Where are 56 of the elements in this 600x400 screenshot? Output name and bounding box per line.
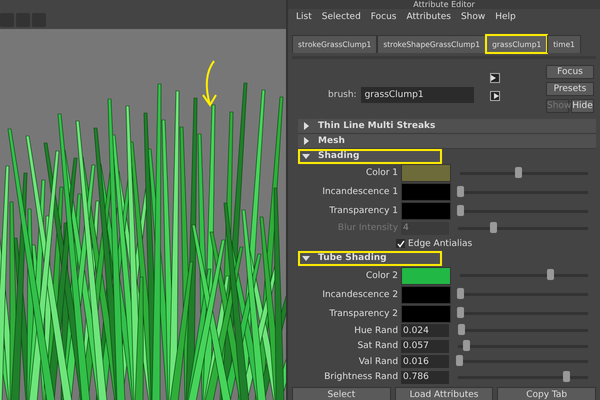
number-field[interactable]: 0.024 — [401, 324, 450, 338]
attribute-label: Hue Rand — [353, 326, 398, 336]
brush-field[interactable]: grassClump1 — [360, 87, 474, 103]
attribute-label: Incandescence 2 — [321, 290, 398, 300]
number-field[interactable]: 0.057 — [401, 340, 450, 353]
output-connection-icon[interactable] — [490, 90, 500, 100]
slider-thumb[interactable] — [457, 186, 464, 196]
attribute-label: Color 2 — [364, 270, 398, 280]
number-field[interactable]: 0.786 — [401, 370, 450, 384]
menu-item[interactable]: Focus — [370, 12, 397, 24]
brush-label: brush: — [328, 90, 357, 100]
section-header[interactable]: Tube Shading — [298, 251, 442, 266]
collapse-triangle-icon[interactable] — [302, 254, 310, 262]
attribute-label: Val Rand — [358, 356, 398, 367]
presets-button[interactable]: Presets — [546, 82, 594, 96]
color-swatch[interactable] — [401, 286, 452, 304]
attribute-label: Sat Rand — [356, 341, 398, 352]
menu-item[interactable]: Selected — [322, 12, 361, 24]
menu-item[interactable]: Show — [460, 12, 486, 24]
attribute-label: Transparency 2 — [328, 308, 398, 318]
menu-item[interactable]: Help — [495, 12, 516, 24]
input-connection-icon[interactable] — [490, 72, 500, 82]
number-field[interactable]: 0.016 — [401, 355, 450, 368]
window-title: Attribute Editor — [288, 0, 600, 10]
section-header[interactable]: Mesh — [298, 134, 596, 148]
attribute-label: Color 1 — [364, 168, 398, 178]
slider-thumb[interactable] — [457, 204, 464, 216]
slider-thumb[interactable] — [458, 324, 465, 336]
attribute-label: Incandescence 1 — [321, 187, 398, 197]
color-swatch[interactable] — [401, 183, 452, 201]
color-swatch[interactable] — [401, 304, 452, 322]
bottom-button[interactable]: Load Attributes — [394, 387, 494, 400]
slider-thumb[interactable] — [462, 340, 470, 351]
annotation-arrow — [202, 60, 217, 107]
bottom-button[interactable]: Copy Tab — [497, 387, 596, 400]
menu-item[interactable]: Attributes — [406, 12, 451, 24]
checkbox[interactable] — [396, 239, 406, 248]
collapse-triangle-icon[interactable] — [302, 152, 310, 160]
color-swatch[interactable] — [401, 202, 452, 220]
slider-thumb[interactable] — [514, 166, 522, 178]
focus-button[interactable]: Focus — [546, 64, 594, 78]
slider-thumb[interactable] — [457, 288, 464, 299]
hide-button[interactable]: Hide — [571, 98, 594, 112]
attribute-label: Brightness Rand — [323, 372, 398, 382]
slider-thumb[interactable] — [562, 370, 570, 382]
checkbox-label: Edge Antialias — [408, 238, 472, 248]
menu-item[interactable]: List — [296, 12, 312, 24]
section-header[interactable]: Thin Line Multi Streaks — [298, 118, 596, 134]
color-swatch[interactable] — [401, 164, 452, 182]
slider-thumb[interactable] — [457, 307, 464, 318]
color-swatch[interactable] — [401, 266, 452, 284]
attribute-label: Transparency 1 — [328, 206, 398, 216]
slider-thumb[interactable] — [456, 355, 464, 366]
section-header[interactable]: Shading — [298, 148, 442, 164]
slider-thumb[interactable] — [546, 269, 554, 280]
bottom-button[interactable]: Select — [292, 387, 391, 400]
